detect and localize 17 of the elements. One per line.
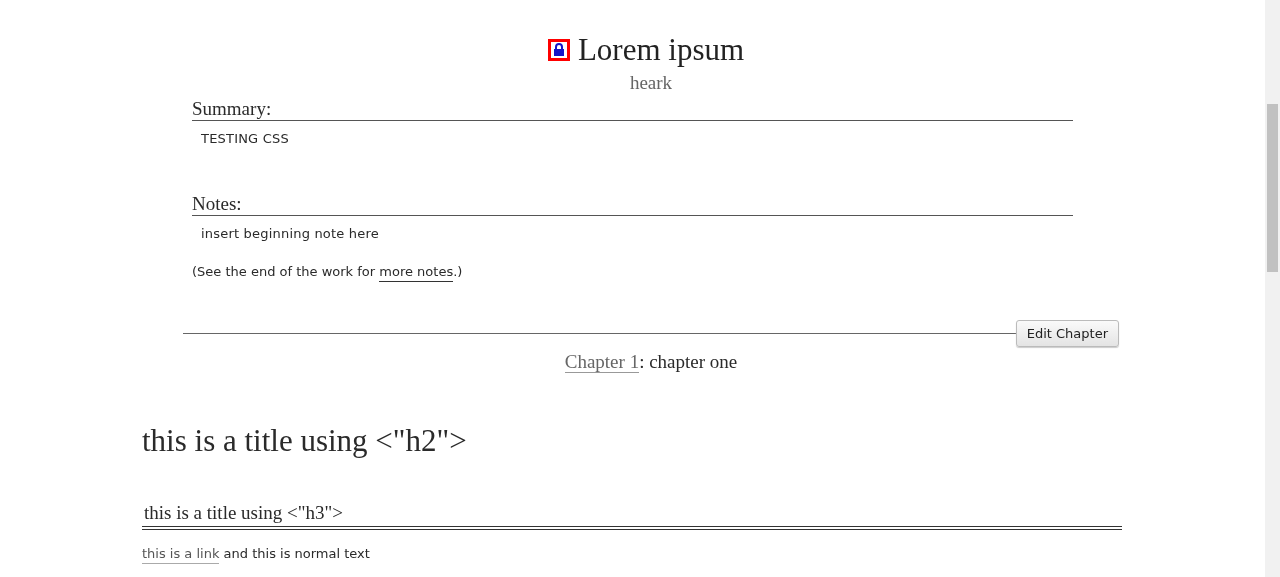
chapter-link[interactable]: Chapter 1 <box>564 351 640 373</box>
scrollbar-thumb[interactable] <box>1267 104 1278 272</box>
notes-text: insert beginning note here <box>200 225 380 242</box>
text-link[interactable]: this is a link <box>142 546 220 564</box>
more-notes-link[interactable]: more notes <box>379 264 454 282</box>
chapter-title: Chapter 1: chapter one <box>564 351 738 373</box>
author-name: heark <box>628 72 674 94</box>
subheading: this is a title using <"h3"> <box>144 502 344 524</box>
heading: this is a title using <"h2"> <box>142 423 468 459</box>
notes-heading: Notes: <box>192 193 1073 216</box>
work-title: Lorem ipsum <box>577 32 745 68</box>
scrollbar[interactable] <box>1265 0 1280 577</box>
edit-chapter-button[interactable]: Edit Chapter <box>1015 320 1119 347</box>
summary-heading: Summary: <box>192 98 1073 121</box>
end-notes-sentence: (See the end of the work for more notes.) <box>192 264 1073 280</box>
body-text: this is a link and this is normal text <box>142 546 1122 561</box>
summary-text: TESTING CSS <box>200 130 290 147</box>
